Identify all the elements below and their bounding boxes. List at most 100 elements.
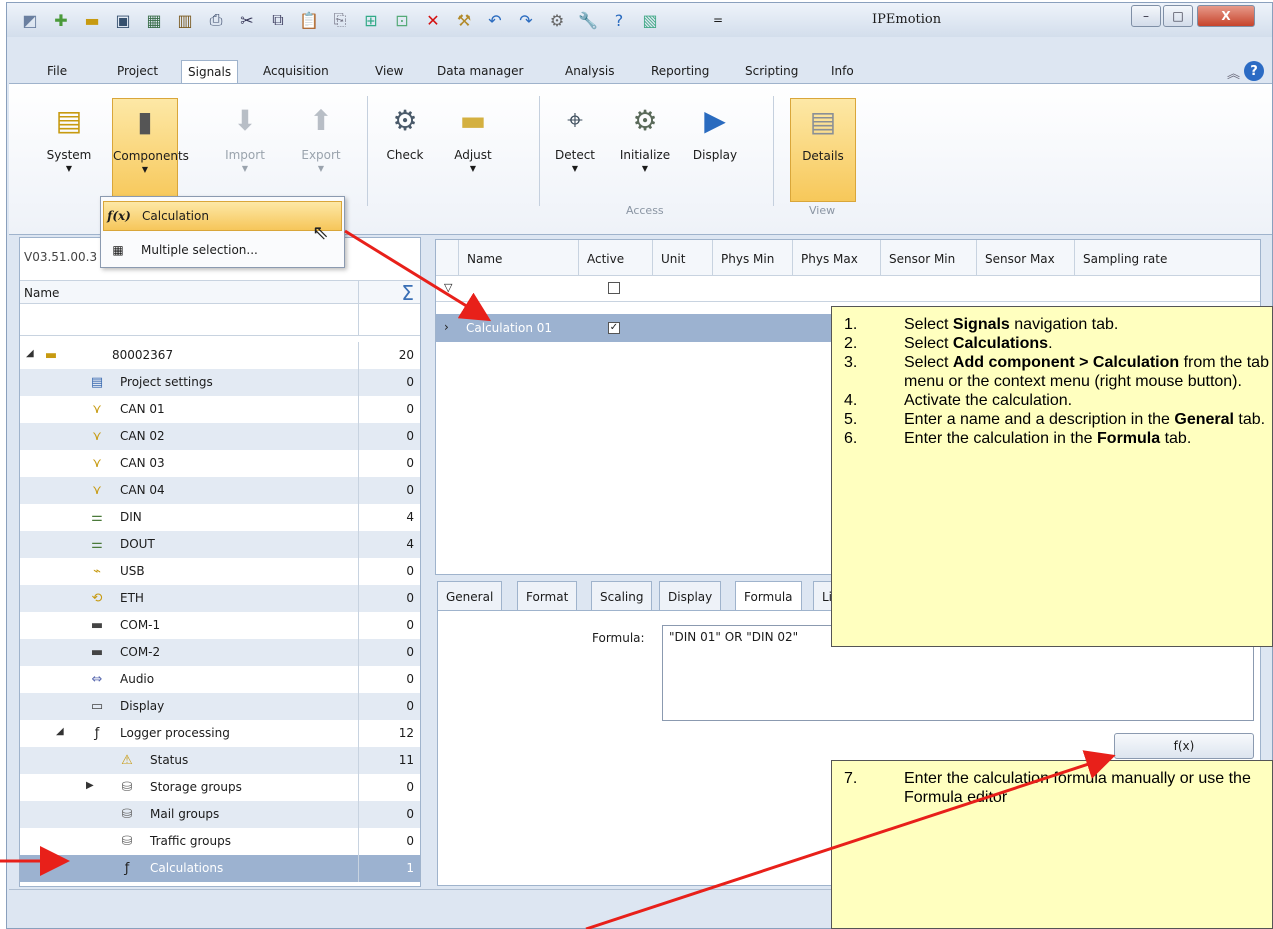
tree-header-name[interactable]: Name — [24, 286, 59, 300]
tree-item-count: 0 — [358, 666, 420, 693]
initialize-button[interactable]: ⚙ Initialize ▼ — [615, 98, 675, 174]
new-window-icon[interactable]: ⊞ — [360, 9, 382, 31]
row-name-cell[interactable]: Calculation 01 — [466, 321, 552, 335]
tree-item[interactable]: ⛁ Traffic groups 0 — [20, 828, 420, 855]
tree-item[interactable]: ▬ COM-2 0 — [20, 639, 420, 666]
step-text: Formula — [1097, 430, 1161, 447]
tree-item[interactable]: ⋎ CAN 02 0 — [20, 423, 420, 450]
new-icon[interactable]: ✚ — [50, 9, 72, 31]
tree-item[interactable]: ⇔ Audio 0 — [20, 666, 420, 693]
tree-item[interactable]: ▭ Display 0 — [20, 693, 420, 720]
tab-reporting[interactable]: Reporting — [645, 60, 715, 84]
tab-format[interactable]: Format — [517, 581, 578, 611]
folder-icon: ▬ — [459, 103, 487, 137]
column-header[interactable]: Unit — [652, 240, 712, 276]
collapse-ribbon-icon[interactable]: ︽ — [1227, 63, 1240, 82]
paste-icon[interactable]: 📋 — [298, 9, 320, 31]
paste-special-icon[interactable]: ⎘ — [329, 9, 351, 31]
tree-filter-row[interactable] — [20, 304, 420, 336]
redo-icon[interactable]: ↷ — [515, 9, 537, 31]
undo-icon[interactable]: ↶ — [484, 9, 506, 31]
ribbon-separator — [773, 96, 774, 206]
minimize-button[interactable]: – — [1131, 5, 1161, 27]
tab-analysis[interactable]: Analysis — [559, 60, 620, 84]
row-active-checkbox[interactable]: ✓ — [608, 322, 620, 334]
delete-icon[interactable]: ✕ — [422, 9, 444, 31]
save-all-icon[interactable]: ▥ — [174, 9, 196, 31]
check-button[interactable]: ⚙ Check — [375, 98, 435, 163]
formula-editor-button[interactable]: f(x) — [1114, 733, 1254, 759]
tree-item[interactable]: ⋎ CAN 01 0 — [20, 396, 420, 423]
tab-formula[interactable]: Formula — [735, 581, 802, 612]
menu-item-calculation[interactable]: f(x) Calculation — [103, 201, 342, 231]
collapse-arrow-icon[interactable]: ◢ — [26, 348, 34, 359]
instruction-step: 6. Enter the calculation in the Formula t… — [832, 429, 1272, 448]
save-as-icon[interactable]: ▦ — [143, 9, 165, 31]
system-button[interactable]: ▤ System ▼ — [39, 98, 99, 174]
tab-acquisition[interactable]: Acquisition — [257, 60, 335, 84]
column-header[interactable]: Active — [578, 240, 652, 276]
column-header[interactable]: Phys Max — [792, 240, 880, 276]
maximize-button[interactable]: □ — [1163, 5, 1193, 27]
tree-item[interactable]: ▤ Project settings 0 — [20, 369, 420, 396]
copy-icon[interactable]: ⧉ — [267, 9, 289, 31]
collapse-arrow-icon[interactable]: ◢ — [56, 726, 64, 737]
display-button[interactable]: ▶ Display — [685, 98, 745, 163]
tab-general[interactable]: General — [437, 581, 503, 611]
tab-data-manager[interactable]: Data manager — [431, 60, 529, 84]
column-header[interactable]: Phys Min — [712, 240, 792, 276]
tab-view[interactable]: View — [369, 60, 409, 84]
tab-signals[interactable]: Signals — [181, 60, 239, 84]
help-icon[interactable]: ? — [608, 9, 630, 31]
expand-arrow-icon[interactable]: ▶ — [86, 780, 94, 791]
column-header[interactable]: Sensor Min — [880, 240, 976, 276]
tree-item[interactable]: ⚌ DOUT 4 — [20, 531, 420, 558]
tree-item[interactable]: ⚠ Status 11 — [20, 747, 420, 774]
tree-item[interactable]: ◢ ▬ 80002367 20 — [20, 342, 420, 369]
tree-item[interactable]: ⛁ Mail groups 0 — [20, 801, 420, 828]
tree-item[interactable]: ◢ ƒ Logger processing 12 — [20, 720, 420, 747]
tree-item[interactable]: ⌁ USB 0 — [20, 558, 420, 585]
tree-item[interactable]: ⟲ ETH 0 — [20, 585, 420, 612]
tab-project[interactable]: Project — [111, 60, 164, 84]
tree-item[interactable]: ▶ ⛁ Storage groups 0 — [20, 774, 420, 801]
filter-icon[interactable]: ▽ — [444, 281, 452, 294]
sum-icon[interactable]: Σ — [358, 281, 420, 305]
close-button[interactable]: X — [1197, 5, 1255, 27]
qat-dropdown-icon[interactable]: = — [707, 9, 729, 31]
cut-icon[interactable]: ✂ — [236, 9, 258, 31]
tree-item[interactable]: ⋎ CAN 03 0 — [20, 450, 420, 477]
tree-item[interactable]: ⋎ CAN 04 0 — [20, 477, 420, 504]
database-icon: ⛁ — [121, 806, 133, 822]
adjust-button[interactable]: ▬ Adjust ▼ — [443, 98, 503, 174]
properties-icon[interactable]: ⊡ — [391, 9, 413, 31]
grid-filter-row[interactable]: ▽ — [436, 276, 1260, 302]
tab-scaling[interactable]: Scaling — [591, 581, 653, 611]
step-text: Enter the calculation formula manually o… — [904, 770, 1251, 806]
app-icon[interactable]: ◩ — [19, 9, 41, 31]
help-icon[interactable]: ? — [1244, 61, 1264, 81]
tree-item[interactable]: ▬ COM-1 0 — [20, 612, 420, 639]
save-icon[interactable]: ▣ — [112, 9, 134, 31]
menu-item-multiple-selection[interactable]: ▦ Multiple selection... — [103, 235, 342, 265]
tab-scripting[interactable]: Scripting — [739, 60, 804, 84]
print-icon[interactable]: ⎙ — [205, 9, 227, 31]
tab-file[interactable]: File — [41, 60, 73, 84]
tools-icon[interactable]: ⚒ — [453, 9, 475, 31]
tab-info[interactable]: Info — [825, 60, 860, 84]
details-button[interactable]: ▤ Details — [790, 98, 856, 202]
open-icon[interactable]: ▬ — [81, 9, 103, 31]
column-header[interactable]: Name — [458, 240, 578, 276]
components-button[interactable]: ▮ Components ▼ — [112, 98, 189, 202]
instruction-callout-formula: 7. Enter the calculation formula manually… — [831, 760, 1273, 929]
settings-icon[interactable]: ⚙ — [546, 9, 568, 31]
filter-active-checkbox[interactable] — [608, 282, 620, 294]
detect-button[interactable]: ⌖ Detect ▼ — [545, 98, 605, 173]
tree-item[interactable]: ƒ Calculations 1 — [20, 855, 420, 882]
column-header[interactable]: Sampling rate — [1074, 240, 1224, 276]
report-icon[interactable]: ▧ — [639, 9, 661, 31]
wrench-icon[interactable]: 🔧 — [577, 9, 599, 31]
tab-display[interactable]: Display — [659, 581, 722, 611]
tree-item[interactable]: ⚌ DIN 4 — [20, 504, 420, 531]
column-header[interactable]: Sensor Max — [976, 240, 1074, 276]
